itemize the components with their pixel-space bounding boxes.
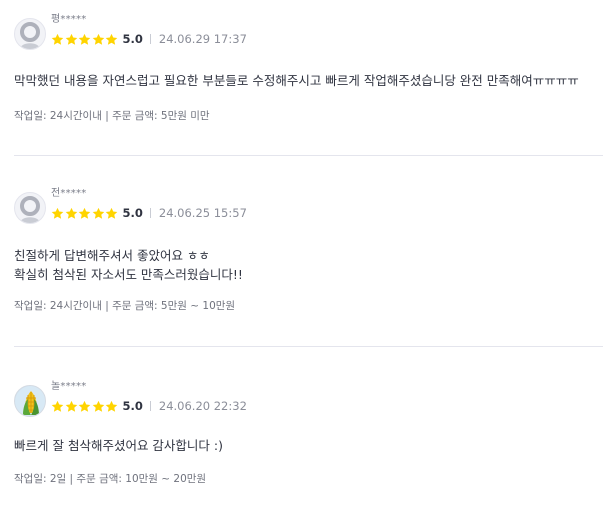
review-order-info: 작업일: 2일 | 주문 금액: 10만원 ~ 20만원 [14,473,207,485]
star-icon [51,207,64,219]
review-header: 전***** 5.0 24.06.25 15:57 [14,188,603,228]
avatar [14,18,46,50]
separator [149,34,151,44]
review-divider [14,346,603,347]
review-order-info: 작업일: 24시간이내 | 주문 금액: 5만원 미만 [14,110,210,122]
reviewer-nickname: 놀***** [51,381,87,392]
star-icon [65,33,77,45]
star-icon [51,400,64,412]
star-rating [51,207,119,220]
separator [149,401,151,411]
review-content: 친절하게 답변해주셔서 좋았어요 ㅎㅎ 확실히 첨삭된 자소서도 만족스러웠습니… [14,246,603,284]
reviewer-nickname: 평***** [51,14,87,25]
review-date: 24.06.20 22:32 [158,399,247,413]
star-icon [105,207,118,219]
review-content-line: 확실히 첨삭된 자소서도 만족스러웠습니다!! [14,267,243,282]
review-header: 놀***** 5.0 24.06.20 22:32 [14,381,603,421]
review-divider [14,155,603,156]
review-content: 막막했던 내용을 자연스럽고 필요한 부분들로 수정해주시고 빠르게 작업해주셨… [14,71,603,90]
star-icon [92,400,104,412]
rating-row: 5.0 24.06.20 22:32 [51,397,247,415]
review-order-info: 작업일: 24시간이내 | 주문 금액: 5만원 ~ 10만원 [14,300,236,312]
review-meta: 평***** 5.0 24.06.29 17:37 [51,14,247,48]
corn-profile-image [15,386,45,416]
star-icon [65,400,77,412]
review-meta: 전***** 5.0 24.06.25 15:57 [51,188,247,222]
review-content-line: 친절하게 답변해주셔서 좋았어요 ㅎㅎ [14,248,210,263]
star-icon [51,33,64,45]
star-icon [78,400,91,412]
rating-score: 5.0 [122,399,143,413]
default-profile-icon [19,196,41,223]
default-profile-icon [19,22,41,49]
star-icon [65,207,77,219]
rating-row: 5.0 24.06.25 15:57 [51,204,247,222]
review-item: 놀***** 5.0 24.06.20 22:32 빠르게 잘 첨삭해주셨어요 … [14,381,603,486]
review-content-line: 막막했던 내용을 자연스럽고 필요한 부분들로 수정해주시고 빠르게 작업해주셨… [14,73,579,88]
review-item: 평***** 5.0 24.06.29 17:37 막막했던 내용을 자연스럽고… [14,14,603,123]
avatar [14,192,46,224]
avatar [14,385,46,417]
star-rating [51,33,119,46]
star-icon [92,207,104,219]
rating-row: 5.0 24.06.29 17:37 [51,30,247,48]
review-content-line: 빠르게 잘 첨삭해주셨어요 감사합니다 :) [14,438,223,453]
reviewer-nickname: 전***** [51,188,87,199]
rating-score: 5.0 [122,32,143,46]
star-icon [92,33,104,45]
star-icon [78,33,91,45]
separator [149,208,151,218]
review-item: 전***** 5.0 24.06.25 15:57 친절하게 답변해주셔서 좋았… [14,188,603,313]
star-icon [105,33,118,45]
review-meta: 놀***** 5.0 24.06.20 22:32 [51,381,247,415]
review-date: 24.06.29 17:37 [158,32,247,46]
star-icon [78,207,91,219]
rating-score: 5.0 [122,206,143,220]
review-content: 빠르게 잘 첨삭해주셨어요 감사합니다 :) [14,436,603,455]
star-icon [105,400,118,412]
review-date: 24.06.25 15:57 [158,206,247,220]
review-header: 평***** 5.0 24.06.29 17:37 [14,14,603,54]
star-rating [51,400,119,413]
